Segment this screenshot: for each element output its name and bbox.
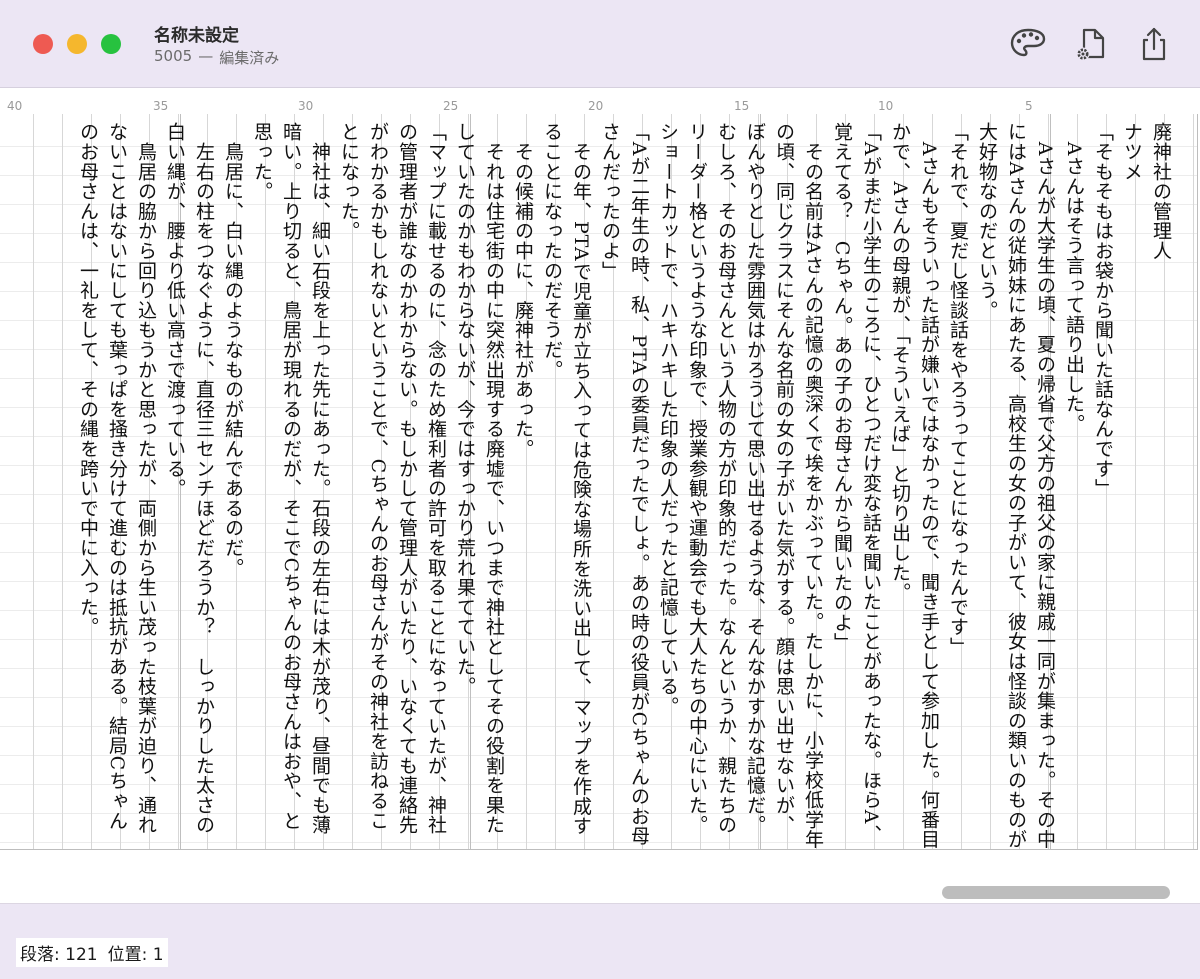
paragraph: Aさんはそう言って語り出した。: [1063, 122, 1085, 434]
paragraph: 「そもそもはお袋から聞いた話なんです」: [1092, 122, 1114, 499]
minimize-window-button[interactable]: [67, 34, 87, 54]
title-bar: 名称未設定 5005 — 編集済み: [0, 0, 1200, 88]
story-title: 廃神社の管理人: [1150, 122, 1172, 261]
palette-icon[interactable]: [1008, 24, 1048, 64]
paragraph: それは住宅街の中に突然出現する廃墟で、いつまで神社としてその役割を果たしていたの…: [454, 122, 505, 835]
ruler-mark: 25: [443, 99, 459, 113]
paragraph: 神社は、細い石段を上った先にあった。石段の左右には木が茂り、昼間でも薄暗い。上り…: [251, 122, 331, 835]
paragraph: 「Aがまだ小学生のころに、ひとつだけ変な話を聞いたことがあったな。ほらA、覚えて…: [831, 122, 882, 845]
paragraph: 鳥居の脇から回り込もうかと思ったが、両側から生い茂った枝葉が迫り、通れないことは…: [77, 122, 157, 835]
column-ruler: 40 35 30 25 20 15 10 5: [0, 88, 1200, 114]
position-value: 1: [152, 945, 164, 965]
cursor-status: 段落: 121 位置: 1: [16, 938, 168, 967]
paragraph: Aさんもそういった話が嫌いではなかったので、聞き手として参加した。何番目かで、A…: [889, 122, 940, 850]
subtitle-separator: —: [198, 47, 214, 65]
paragraph: 鳥居に、白い縄のようなものが結んであるのだ。: [222, 122, 244, 578]
edit-state: 編集済み: [219, 49, 280, 67]
document-body[interactable]: 廃神社の管理人 ナツメ 「そもそもはお袋から聞いた話なんです」 Aさんはそう言っ…: [73, 122, 1175, 850]
ruler-mark: 20: [588, 99, 604, 113]
ruler-mark: 40: [7, 99, 23, 113]
ruler-mark: 15: [734, 99, 750, 113]
document-settings-icon[interactable]: [1072, 24, 1112, 64]
position-label: 位置:: [107, 945, 148, 965]
paragraph-value: 121: [65, 945, 98, 965]
paragraph: その候補の中に、廃神社があった。: [512, 122, 534, 459]
paragraph: 「それで、夏だし怪談話をやろうってことになったんです」: [947, 122, 969, 657]
horizontal-scrollbar[interactable]: [942, 886, 1170, 899]
zoom-window-button[interactable]: [101, 34, 121, 54]
close-window-button[interactable]: [33, 34, 53, 54]
character-count: 5005: [154, 47, 193, 65]
ruler-mark: 30: [298, 99, 314, 113]
status-bar: 段落: 121 位置: 1: [0, 903, 1200, 979]
paragraph: Aさんが大学生の頃、夏の帰省で父方の祖父の家に親戚一同が集まった。その中にはAさ…: [976, 122, 1056, 850]
share-icon[interactable]: [1134, 24, 1174, 64]
document-title[interactable]: 名称未設定: [154, 21, 239, 46]
paragraph-indicator: 段落: 121: [20, 940, 98, 965]
ruler-mark: 10: [878, 99, 894, 113]
paragraph-label: 段落:: [20, 945, 60, 965]
ruler-mark: 5: [1025, 99, 1033, 113]
paragraph: 「Aが二年生の時、私、PTAの委員だったでしょ。あの時の役員がCちゃんのお母さん…: [599, 122, 650, 846]
paragraph: 「マップに載せるのに、念のため権利者の許可を取ることになっていたが、神社の管理者…: [338, 122, 447, 835]
paragraph: その年、PTAで児童が立ち入っては危険な場所を洗い出して、マップを作成することに…: [541, 122, 592, 836]
paragraph: 左右の柱をつなぐように、直径三センチほどだろうか？ しっかりした太さの白い縄が、…: [164, 122, 215, 835]
author-name: ナツメ: [1121, 122, 1143, 182]
ruler-mark: 35: [153, 99, 169, 113]
document-subtitle: 5005 — 編集済み: [154, 47, 279, 68]
manuscript-editor[interactable]: 廃神社の管理人 ナツメ 「そもそもはお袋から聞いた話なんです」 Aさんはそう言っ…: [0, 114, 1198, 850]
position-indicator: 位置: 1: [108, 940, 164, 965]
paragraph: その名前はAさんの記憶の奥深くで埃をかぶっていた。たしかに、小学校低学年の頃、同…: [657, 122, 824, 850]
